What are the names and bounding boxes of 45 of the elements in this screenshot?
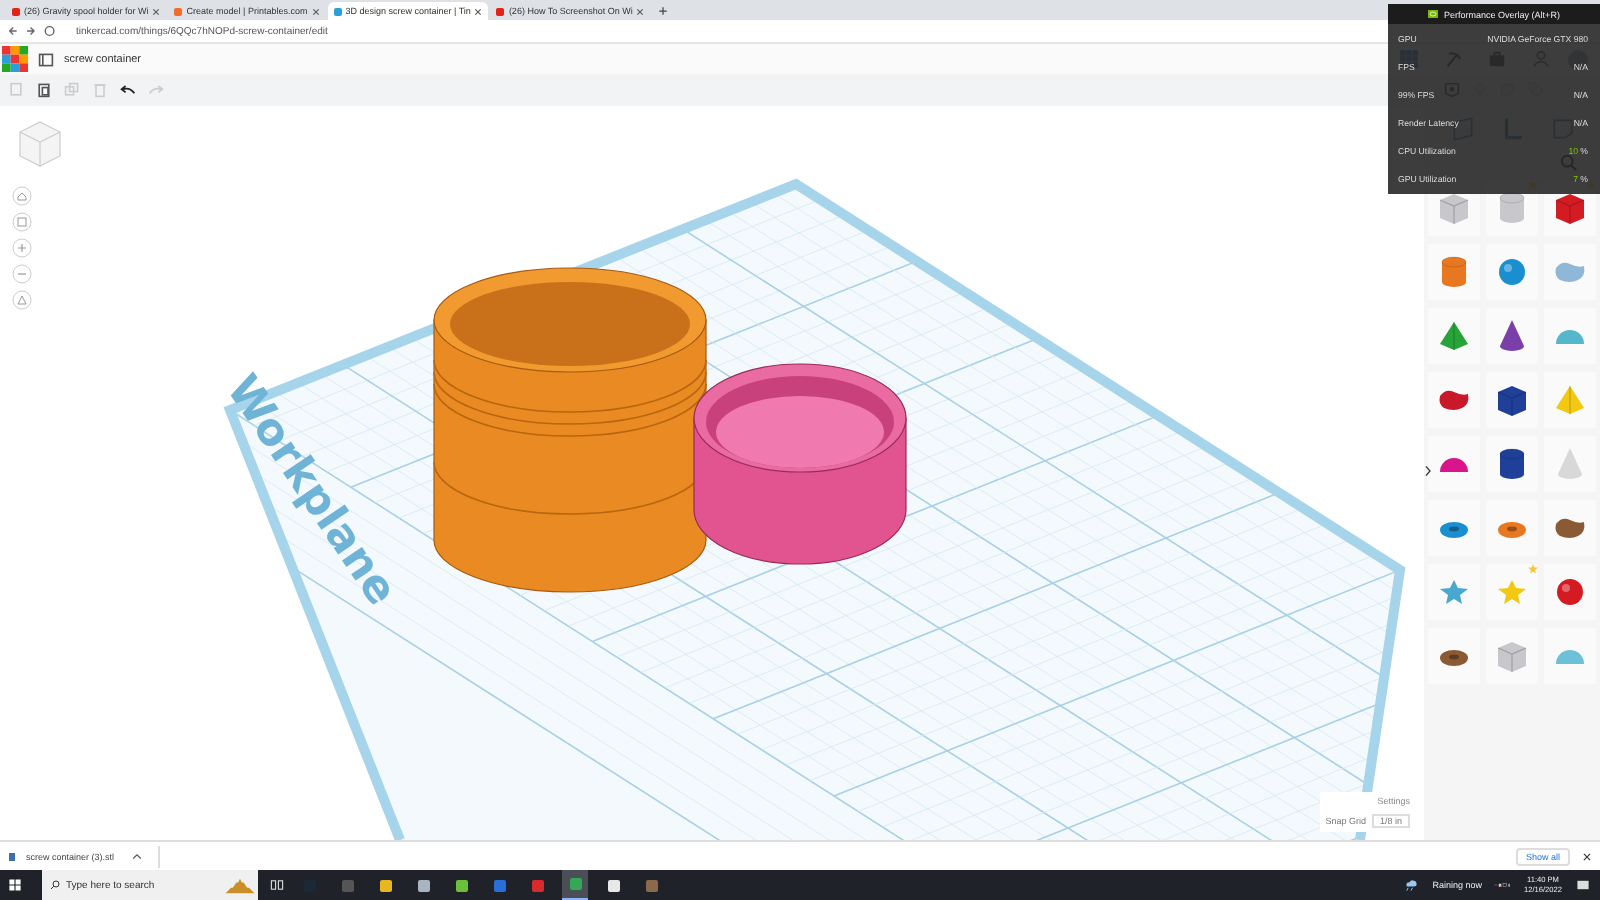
- shape-tile[interactable]: [1428, 500, 1480, 556]
- shape-tile[interactable]: [1486, 500, 1538, 556]
- shape-tile[interactable]: [1428, 436, 1480, 492]
- temple-icon: [222, 875, 258, 895]
- close-icon[interactable]: [311, 7, 320, 15]
- navigation-icons-drawing[interactable]: [8, 24, 60, 38]
- close-icon[interactable]: [474, 7, 483, 15]
- shape-tile[interactable]: [1544, 500, 1596, 556]
- shape-tile[interactable]: [1486, 628, 1538, 684]
- rain-cloud-icon: [1402, 878, 1421, 892]
- search-icon: [50, 880, 60, 890]
- shape-tile[interactable]: [1544, 244, 1596, 300]
- container-jar-drawing[interactable]: [433, 267, 707, 593]
- file-icon: [8, 851, 16, 861]
- shape-tile[interactable]: [1544, 372, 1596, 428]
- eye-logo-icon: [1428, 10, 1439, 18]
- shape-tile[interactable]: [1486, 244, 1538, 300]
- shape-tile[interactable]: [1486, 436, 1538, 492]
- notification-icon[interactable]: [1574, 878, 1592, 892]
- shape-tile[interactable]: [1486, 308, 1538, 364]
- shape-tile[interactable]: [1486, 372, 1538, 428]
- shape-tile[interactable]: [1544, 308, 1596, 364]
- close-icon[interactable]: [636, 7, 645, 15]
- shape-tile[interactable]: [1428, 308, 1480, 364]
- shape-tile[interactable]: [1428, 244, 1480, 300]
- new-tab-icon[interactable]: [658, 6, 669, 16]
- lid-drawing[interactable]: [693, 363, 907, 565]
- list-icon[interactable]: [38, 51, 54, 67]
- task-view-icon[interactable]: [270, 878, 284, 892]
- system-tray-icons-drawing[interactable]: [1493, 878, 1512, 892]
- shape-tile[interactable]: [1428, 564, 1480, 620]
- undo-icon[interactable]: [120, 82, 136, 98]
- close-icon[interactable]: [1582, 851, 1592, 861]
- star-badge-icon: [1528, 564, 1538, 574]
- paste-icon[interactable]: [36, 82, 52, 98]
- shape-tile[interactable]: [1544, 628, 1596, 684]
- shape-tile[interactable]: [1544, 564, 1596, 620]
- shape-tile[interactable]: [1544, 436, 1596, 492]
- shape-tile[interactable]: [1428, 372, 1480, 428]
- windows-start-icon[interactable]: [8, 878, 22, 892]
- close-icon[interactable]: [152, 7, 161, 15]
- caret-icon[interactable]: [132, 852, 143, 860]
- shape-tile[interactable]: [1428, 628, 1480, 684]
- collapse-icon[interactable]: [1424, 464, 1432, 478]
- shape-tile[interactable]: [1486, 564, 1538, 620]
